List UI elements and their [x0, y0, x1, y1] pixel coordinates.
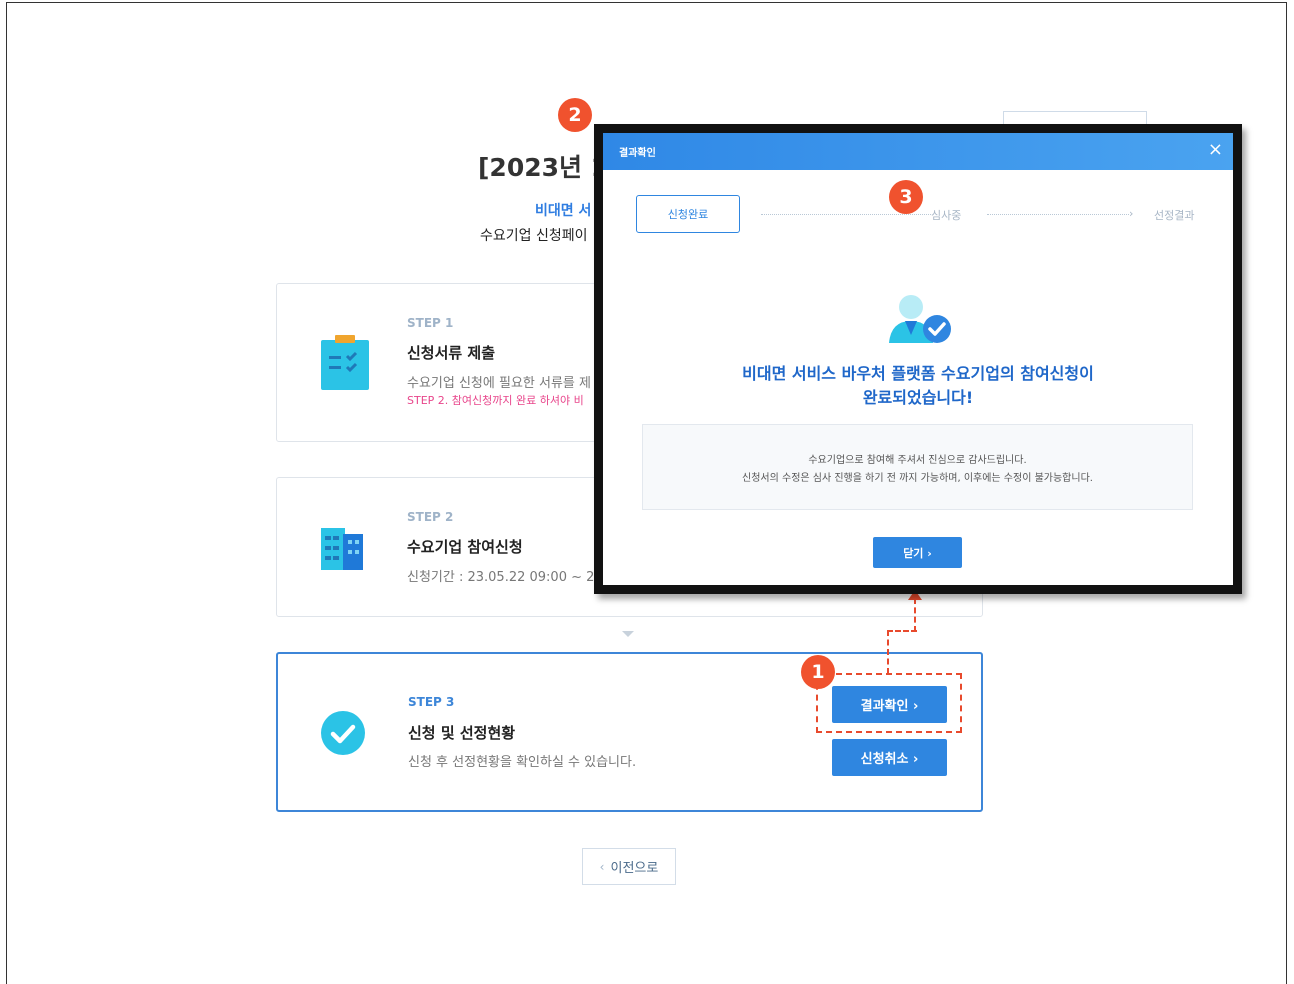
step-desc: 수요기업 신청에 필요한 서류를 제: [407, 376, 591, 391]
complete-message-line1: 비대면 서비스 바우처 플랫폼 수요기업의 참여신청이: [742, 364, 1094, 383]
progress-line: [761, 214, 931, 215]
page-subtitle: 수요기업 신청페이: [480, 228, 588, 244]
user-check-icon: [885, 291, 953, 349]
complete-message-line2: 완료되었습니다!: [862, 388, 974, 407]
info-line: 수요기업으로 참여해 주셔서 진심으로 감사드립니다.: [808, 455, 1027, 466]
annotation-highlight-box: [816, 673, 962, 733]
annotation-badge-1: 1: [801, 655, 835, 689]
cancel-application-button[interactable]: 신청취소 ›: [832, 739, 947, 776]
step-warning: STEP 2. 참여신청까지 완료 하셔야 비: [407, 394, 584, 407]
chevron-down-icon: [622, 631, 634, 637]
progress-step-review: 심사중: [931, 209, 962, 222]
modal-title: 결과확인: [619, 148, 656, 159]
progress-arrow-icon: ›: [1129, 207, 1134, 220]
previous-button[interactable]: ‹ 이전으로: [582, 848, 676, 885]
progress-step-result: 선정결과: [1154, 209, 1195, 222]
step-label: STEP 1: [407, 316, 454, 330]
step-desc: 신청 후 선정현황을 확인하실 수 있습니다.: [408, 755, 637, 770]
step-label: STEP 2: [407, 510, 454, 524]
close-button[interactable]: 닫기 ›: [873, 537, 962, 568]
annotation-connector: [887, 630, 917, 674]
step-title: 신청서류 제출: [407, 344, 496, 362]
building-icon: [319, 524, 367, 576]
annotation-badge-2: 2: [558, 98, 592, 132]
annotation-connector-vertical: [914, 598, 916, 632]
step-desc: 신청기간 : 23.05.22 09:00 ~ 23: [407, 570, 603, 585]
progress-step-complete: 신청완료: [636, 195, 740, 233]
modal-header: 결과확인 ×: [603, 133, 1233, 170]
chevron-left-icon: ‹: [599, 859, 605, 874]
step-title: 수요기업 참여신청: [407, 538, 523, 556]
previous-button-label: 이전으로: [610, 861, 659, 876]
info-box: 수요기업으로 참여해 주셔서 진심으로 감사드립니다. 신청서의 수정은 심사 …: [642, 424, 1193, 510]
clipboard-icon: [319, 334, 371, 396]
page-subtitle-highlight: 비대면 서: [535, 203, 592, 219]
close-icon[interactable]: ×: [1208, 139, 1223, 161]
check-circle-icon: [320, 710, 366, 760]
step-title: 신청 및 선정현황: [408, 724, 516, 742]
progress-line: [987, 214, 1129, 215]
info-line: 신청서의 수정은 심사 진행을 하기 전 까지 가능하며, 이후에는 수정이 불…: [742, 473, 1093, 484]
page-title: [2023년 1: [478, 153, 609, 182]
annotation-badge-3: 3: [889, 180, 923, 214]
step-label: STEP 3: [408, 695, 455, 709]
